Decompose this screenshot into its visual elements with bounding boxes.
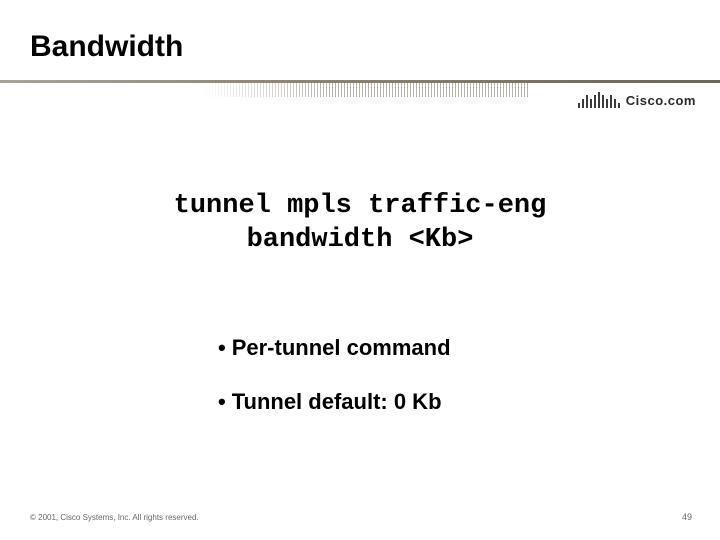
brand-logo-text: Cisco.com xyxy=(626,93,696,108)
bullet-text: Tunnel default: 0 Kb xyxy=(232,389,442,414)
bullet-dot-icon: • xyxy=(218,335,226,360)
brand-logo: Cisco.com xyxy=(578,86,696,108)
bullet-list: •Per-tunnel command •Tunnel default: 0 K… xyxy=(218,335,451,443)
bullet-text: Per-tunnel command xyxy=(232,335,451,360)
command-block: tunnel mpls traffic-eng bandwidth <Kb> xyxy=(0,190,720,258)
divider-ticks-pattern xyxy=(200,83,530,97)
bullet-item: •Per-tunnel command xyxy=(218,335,451,361)
slide-title: Bandwidth xyxy=(30,30,183,64)
footer-page-number: 49 xyxy=(682,512,692,522)
command-line-1: tunnel mpls traffic-eng xyxy=(0,190,720,224)
footer-copyright: © 2001, Cisco Systems, Inc. All rights r… xyxy=(30,513,199,522)
slide: Bandwidth Cisco.com tunnel mpls traffic-… xyxy=(0,0,720,540)
divider-ticks xyxy=(200,83,530,97)
bullet-item: •Tunnel default: 0 Kb xyxy=(218,389,451,415)
bullet-dot-icon: • xyxy=(218,389,226,414)
cisco-bars-icon xyxy=(578,92,620,108)
command-line-2: bandwidth <Kb> xyxy=(0,224,720,258)
